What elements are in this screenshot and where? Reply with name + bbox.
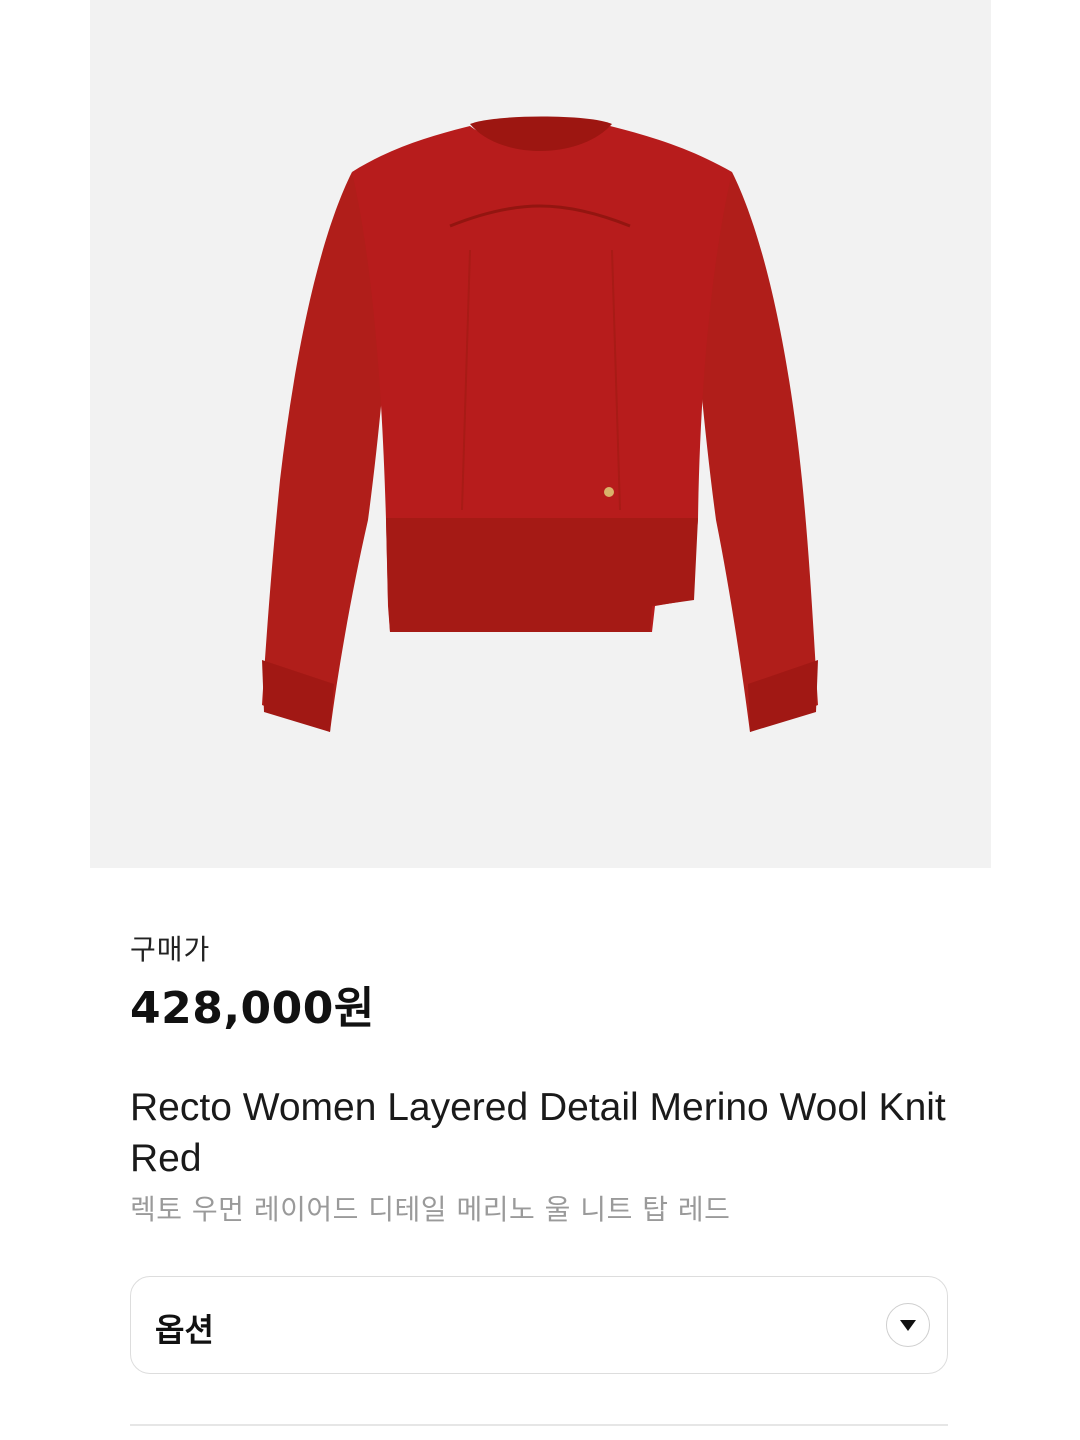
product-image[interactable] [90,0,991,868]
logo-charm-icon [604,487,614,497]
section-divider [130,1424,948,1426]
option-select[interactable]: 옵션 [130,1276,948,1374]
sweater-hem [386,518,698,632]
option-label: 옵션 [155,1311,214,1349]
product-name-kr: 렉토 우먼 레이어드 디테일 메리노 울 니트 탑 레드 [130,1193,731,1226]
sweater-image [262,116,818,732]
price-value: 428,000원 [130,983,375,1034]
product-name: Recto Women Layered Detail Merino Wool K… [130,1086,946,1180]
price-label: 구매가 [130,933,211,966]
chevron-down-icon[interactable] [886,1303,930,1347]
